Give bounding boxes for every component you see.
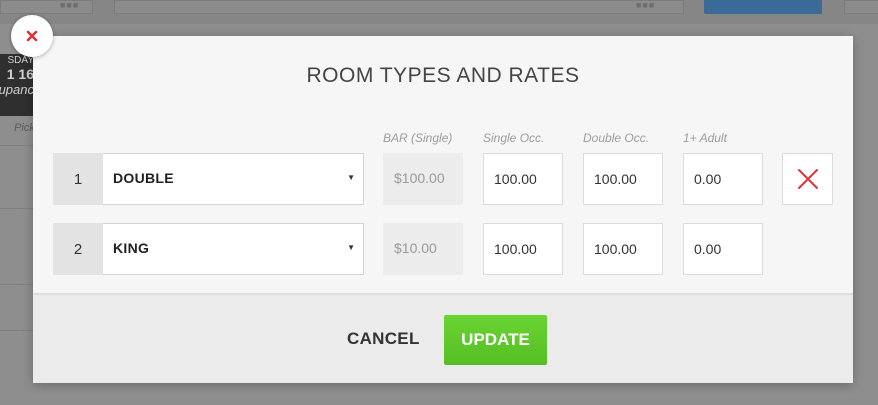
room-type-value: KING [113,240,150,256]
bar-rate-value: $10.00 [383,223,463,275]
room-type-value: DOUBLE [113,170,174,186]
single-occ-input[interactable] [483,153,563,205]
row-number: 2 [53,223,103,275]
column-header-adult: 1+ Adult [683,131,727,145]
background-date-text: 1 16 [6,66,34,82]
chevron-down-icon: ▼ [347,243,355,252]
column-header-double: Double Occ. [583,131,650,145]
delete-row-icon [797,169,818,189]
background-panel [114,0,684,14]
double-occ-input[interactable] [583,153,663,205]
background-panel [844,0,878,14]
chevron-down-icon: ▼ [347,173,355,182]
room-types-modal: ROOM TYPES AND RATES BAR (Single) Single… [33,36,853,383]
column-header-single: Single Occ. [483,131,545,145]
adult-rate-input[interactable] [683,153,763,205]
bar-rate-value: $100.00 [383,153,463,205]
background-date-card: SDAY 1 16 upanc [0,54,36,116]
column-header-bar: BAR (Single) [383,131,453,145]
modal-footer: CANCEL UPDATE [33,293,853,383]
background-pick-text: Pick [14,122,35,134]
background-button [704,0,822,14]
delete-row-button[interactable] [782,153,833,205]
background-occupancy-text: upanc [0,82,34,97]
cancel-button[interactable]: CANCEL [347,329,420,349]
update-button[interactable]: UPDATE [444,315,547,365]
adult-rate-input[interactable] [683,223,763,275]
room-type-select[interactable]: DOUBLE ▼ [103,153,364,205]
grip-icon: ■■■ [60,0,80,10]
close-modal-button[interactable] [11,15,53,57]
modal-title: ROOM TYPES AND RATES [306,64,580,87]
close-icon [26,30,38,42]
grip-icon: ■■■ [636,0,656,10]
row-number: 1 [53,153,103,205]
single-occ-input[interactable] [483,223,563,275]
room-type-select[interactable]: KING ▼ [103,223,364,275]
double-occ-input[interactable] [583,223,663,275]
